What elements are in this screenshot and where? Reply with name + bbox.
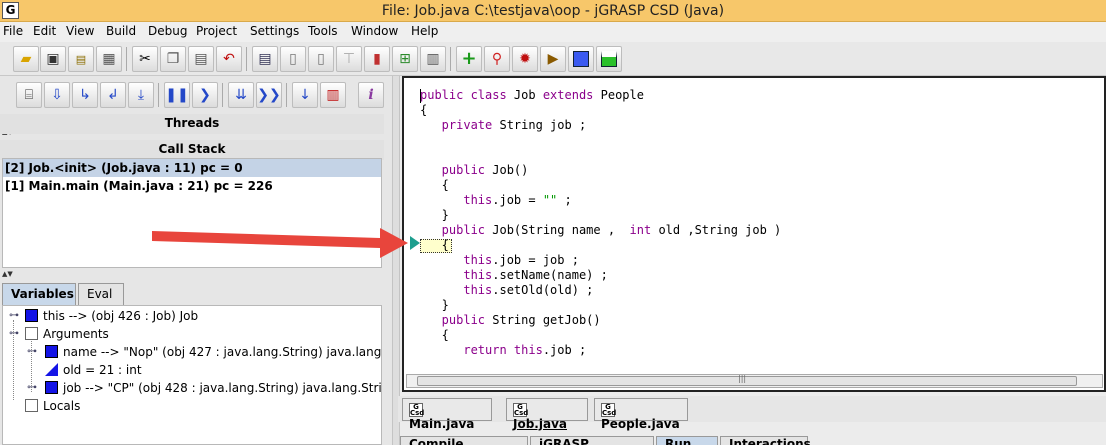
annotation-arrow-icon	[152, 228, 408, 258]
file-tab-job[interactable]: G CsdJob.java	[506, 398, 588, 431]
message-tab-strip: Compile Messages jGRASP Messages Run I/O…	[398, 434, 1106, 445]
tab-compile-messages[interactable]: Compile Messages	[400, 436, 528, 445]
tab-jgrasp-messages[interactable]: jGRASP Messages	[530, 436, 654, 445]
file-tab-strip: G CsdMain.java G CsdJob.java G CsdPeople.ja…	[398, 396, 1106, 431]
file-tab-main[interactable]: G CsdMain.java	[402, 398, 492, 431]
tab-run-io[interactable]: Run I/O	[656, 436, 718, 445]
java-file-icon: G Csd	[513, 403, 529, 417]
arrow-shape	[152, 228, 408, 258]
java-file-icon: G Csd	[409, 403, 425, 417]
file-tab-people[interactable]: G CsdPeople.java	[594, 398, 688, 431]
tab-interactions[interactable]: Interactions	[720, 436, 811, 445]
java-file-icon: G Csd	[601, 403, 617, 417]
